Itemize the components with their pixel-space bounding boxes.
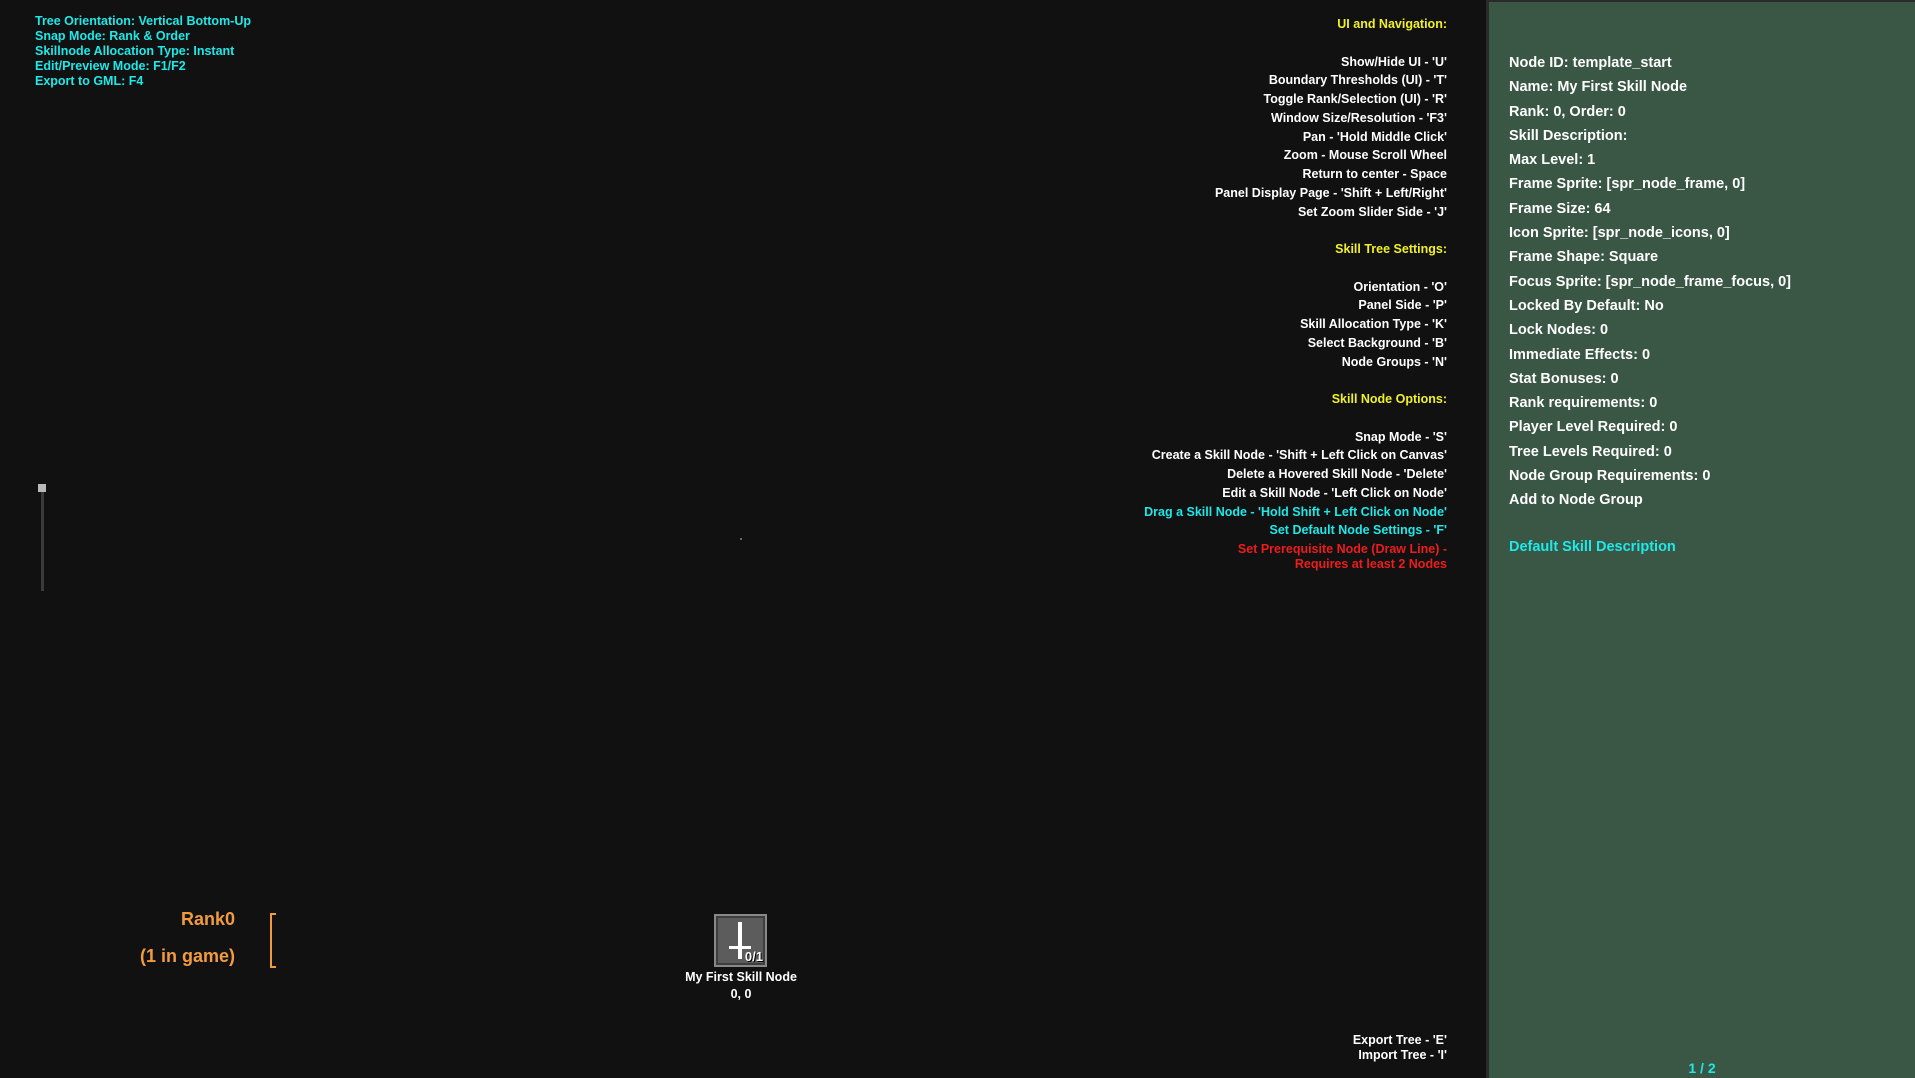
canvas-center-dot	[740, 538, 742, 540]
skill-tree-settings-header: Skill Tree Settings:	[1335, 242, 1447, 256]
help-item: Pan - 'Hold Middle Click'	[1302, 129, 1447, 144]
export-tree-hint: Export Tree - 'E'	[1352, 1033, 1447, 1047]
import-tree-hint: Import Tree - 'I'	[1358, 1048, 1447, 1062]
help-item: Snap Mode - 'S'	[1354, 429, 1447, 444]
field-frame-size[interactable]: Frame Size: 64	[1509, 197, 1791, 221]
export-import-help: Export Tree - 'E' Import Tree - 'I'	[1353, 1033, 1447, 1063]
field-node-id[interactable]: Node ID: template_start	[1509, 51, 1791, 75]
help-item: Select Background - 'B'	[1307, 335, 1447, 350]
field-player-level-required[interactable]: Player Level Required: 0	[1509, 415, 1791, 439]
status-snap-mode: Snap Mode: Rank & Order	[35, 29, 190, 43]
help-item: Set Zoom Slider Side - 'J'	[1297, 204, 1447, 219]
rank-name: Rank0	[180, 909, 235, 929]
node-caption: My First Skill Node 0, 0	[640, 969, 842, 1003]
rank-bracket	[270, 913, 276, 968]
help-item: Node Groups - 'N'	[1341, 354, 1447, 369]
field-rank-order[interactable]: Rank: 0, Order: 0	[1509, 100, 1791, 124]
help-item: Skill Allocation Type - 'K'	[1300, 317, 1447, 331]
ui-navigation-header: UI and Navigation:	[1337, 17, 1447, 31]
node-coordinates: 0, 0	[730, 987, 752, 1001]
node-level: 0/1	[744, 949, 763, 964]
field-icon-sprite[interactable]: Icon Sprite: [spr_node_icons, 0]	[1509, 221, 1791, 245]
help-item: Zoom - Mouse Scroll Wheel	[1283, 148, 1447, 163]
help-item: Show/Hide UI - 'U'	[1341, 54, 1447, 69]
field-lock-nodes[interactable]: Lock Nodes: 0	[1509, 318, 1791, 342]
skill-tree-editor: Tree Orientation: Vertical Bottom-Up Sna…	[0, 0, 1915, 1078]
field-tree-levels-required[interactable]: Tree Levels Required: 0	[1509, 440, 1791, 464]
field-stat-bonuses[interactable]: Stat Bonuses: 0	[1509, 367, 1791, 391]
field-frame-sprite[interactable]: Frame Sprite: [spr_node_frame, 0]	[1509, 172, 1791, 196]
field-immediate-effects[interactable]: Immediate Effects: 0	[1509, 343, 1791, 367]
rank-label: Rank0 (1 in game)	[120, 901, 235, 975]
status-export: Export to GML: F4	[35, 74, 144, 88]
node-details-list: Node ID: template_start Name: My First S…	[1509, 51, 1791, 513]
field-name[interactable]: Name: My First Skill Node	[1509, 75, 1791, 99]
help-item: Return to center - Space	[1302, 167, 1447, 181]
help-item: Toggle Rank/Selection (UI) - 'R'	[1263, 92, 1447, 106]
field-skill-description[interactable]: Skill Description:	[1509, 124, 1791, 148]
help-item-drag: Drag a Skill Node - 'Hold Shift + Left C…	[1144, 504, 1447, 519]
status-edit-mode: Edit/Preview Mode: F1/F2	[35, 59, 186, 73]
field-frame-shape[interactable]: Frame Shape: Square	[1509, 245, 1791, 269]
help-item: Panel Display Page - 'Shift + Left/Right…	[1214, 185, 1447, 200]
zoom-slider-track[interactable]	[41, 484, 44, 591]
field-max-level[interactable]: Max Level: 1	[1509, 148, 1791, 172]
field-rank-requirements[interactable]: Rank requirements: 0	[1509, 391, 1791, 415]
skill-node[interactable]: 0/1	[714, 914, 767, 967]
node-name: My First Skill Node	[685, 970, 797, 984]
help-item-prerequisite-note: Requires at least 2 Nodes	[1294, 557, 1447, 571]
zoom-slider-handle[interactable]	[38, 484, 46, 492]
skill-node-options-header: Skill Node Options:	[1331, 392, 1447, 406]
help-item-prerequisite: Set Prerequisite Node (Draw Line) -	[1237, 542, 1447, 556]
status-info: Tree Orientation: Vertical Bottom-Up Sna…	[35, 14, 251, 89]
panel-page-indicator: 1 / 2	[1688, 1060, 1716, 1076]
help-item: Delete a Hovered Skill Node - 'Delete'	[1227, 467, 1447, 481]
help-item: Edit a Skill Node - 'Left Click on Node'	[1222, 485, 1447, 500]
field-focus-sprite[interactable]: Focus Sprite: [spr_node_frame_focus, 0]	[1509, 270, 1791, 294]
help-item: Window Size/Resolution - 'F3'	[1271, 110, 1447, 125]
help-item: Create a Skill Node - 'Shift + Left Clic…	[1151, 448, 1447, 463]
controls-help: UI and Navigation: Show/Hide UI - 'U' Bo…	[1144, 15, 1447, 572]
field-node-group-requirements[interactable]: Node Group Requirements: 0	[1509, 464, 1791, 488]
help-item: Panel Side - 'P'	[1358, 298, 1447, 313]
node-details-panel[interactable]: Node ID: template_start Name: My First S…	[1486, 0, 1915, 1078]
help-item-default-settings: Set Default Node Settings - 'F'	[1269, 523, 1447, 538]
skill-description-text: Default Skill Description	[1509, 539, 1676, 555]
status-orientation: Tree Orientation: Vertical Bottom-Up	[35, 14, 252, 28]
help-item: Boundary Thresholds (UI) - 'T'	[1268, 73, 1447, 88]
field-locked-by-default[interactable]: Locked By Default: No	[1509, 294, 1791, 318]
rank-count: (1 in game)	[139, 946, 235, 966]
add-to-node-group-button[interactable]: Add to Node Group	[1509, 488, 1791, 512]
status-allocation-type: Skillnode Allocation Type: Instant	[35, 44, 235, 58]
help-item: Orientation - 'O'	[1353, 279, 1447, 294]
